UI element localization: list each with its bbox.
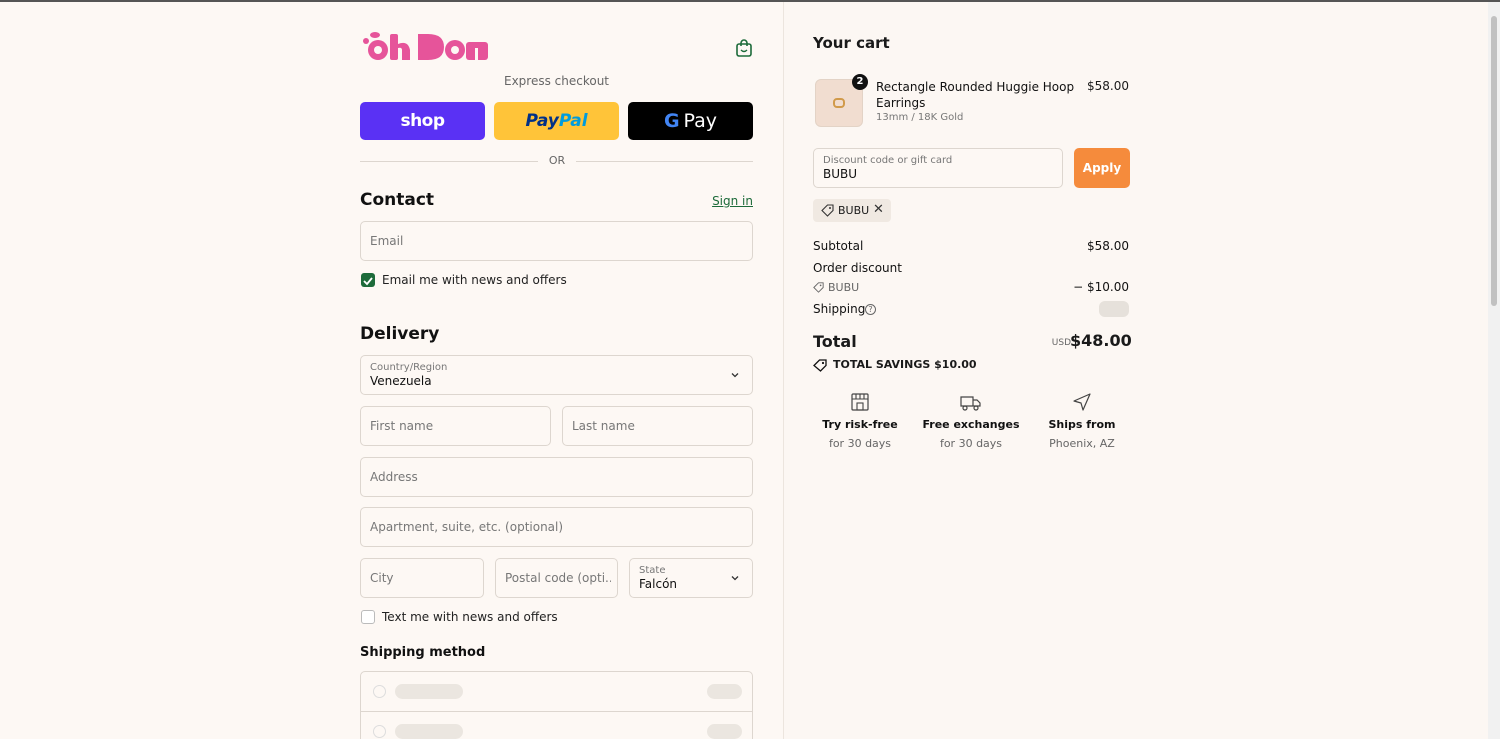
city-placeholder: City: [370, 571, 394, 585]
total-label: Total: [813, 332, 857, 351]
discount-amount: − $10.00: [1073, 280, 1129, 294]
brand-logo[interactable]: [360, 30, 490, 64]
apply-discount-button[interactable]: Apply: [1074, 148, 1130, 188]
chevron-down-icon: [731, 373, 739, 378]
page-scrollbar[interactable]: [1488, 2, 1500, 739]
navigation-arrow-icon: [1073, 393, 1091, 411]
store-icon: [851, 393, 869, 411]
product-variant: 13mm / 18K Gold: [876, 112, 964, 123]
contact-heading: Contact: [360, 190, 435, 210]
tag-icon: [821, 204, 834, 217]
country-label: Country/Region: [370, 362, 448, 373]
google-g-icon: G: [663, 110, 680, 132]
currency-code: USD: [1051, 338, 1071, 348]
shipping-option-loading[interactable]: [361, 711, 752, 739]
paypal-label-pay: Pay: [525, 111, 559, 131]
feature-title: Ships from: [1048, 418, 1116, 431]
discount-code-field[interactable]: Discount code or gift card BUBU: [813, 148, 1063, 188]
shopping-bag-icon[interactable]: [735, 38, 753, 58]
chevron-down-icon: [731, 576, 739, 581]
apartment-placeholder: Apartment, suite, etc. (optional): [370, 520, 564, 534]
feature-title: Try risk-free: [822, 418, 898, 431]
text-news-checkbox[interactable]: [361, 610, 375, 624]
last-name-field[interactable]: Last name: [562, 406, 753, 446]
first-name-field[interactable]: First name: [360, 406, 551, 446]
discount-value: BUBU: [823, 167, 858, 181]
skeleton-placeholder: [707, 684, 742, 699]
shipping-cost-skeleton: [1099, 301, 1129, 317]
product-name: Rectangle Rounded Huggie Hoop Earrings: [876, 80, 1075, 110]
total-savings: TOTAL SAVINGS $10.00: [833, 358, 977, 371]
feature-title: Free exchanges: [922, 418, 1020, 431]
delivery-heading: Delivery: [360, 324, 440, 344]
city-field[interactable]: City: [360, 558, 484, 598]
cart-title: Your cart: [813, 34, 890, 52]
shipping-radio[interactable]: [373, 725, 386, 738]
check-icon: [363, 277, 373, 286]
skeleton-placeholder: [707, 724, 742, 739]
subtotal-value: $58.00: [1087, 239, 1129, 253]
feature-free-exchanges: Free exchanges for 30 days: [916, 392, 1026, 450]
state-value: Falcón: [639, 577, 678, 591]
feature-subtitle: for 30 days: [828, 437, 892, 450]
scrollbar-thumb[interactable]: [1491, 16, 1497, 306]
first-name-placeholder: First name: [370, 419, 434, 433]
quantity-badge: 2: [852, 74, 868, 90]
order-discount-label: Order discount: [813, 261, 902, 275]
shipping-label: Shipping: [813, 302, 866, 316]
skeleton-placeholder: [395, 724, 463, 739]
country-select[interactable]: Country/Region Venezuela: [360, 355, 753, 395]
email-placeholder: Email: [370, 234, 404, 248]
sign-in-link[interactable]: Sign in: [700, 194, 753, 208]
tag-icon: [813, 282, 824, 293]
paypal-label-pal: Pal: [558, 111, 588, 131]
shipping-method-list: [360, 671, 753, 739]
last-name-placeholder: Last name: [572, 419, 635, 433]
subtotal-label: Subtotal: [813, 239, 864, 253]
shipping-method-heading: Shipping method: [360, 645, 486, 660]
shipping-option-loading[interactable]: [361, 672, 752, 711]
state-select[interactable]: State Falcón: [629, 558, 753, 598]
google-pay-button[interactable]: G Pay: [628, 102, 753, 140]
feature-subtitle: Phoenix, AZ: [1049, 437, 1115, 450]
country-value: Venezuela: [370, 374, 432, 388]
feature-ships-from: Ships from Phoenix, AZ: [1027, 392, 1137, 450]
applied-code: BUBU: [838, 204, 870, 217]
savings-tag-icon: [813, 359, 827, 372]
feature-subtitle: for 30 days: [939, 437, 1003, 450]
discount-label: Discount code or gift card: [823, 155, 953, 166]
applied-discount-chip: BUBU ✕: [813, 199, 891, 222]
shop-pay-button[interactable]: shop: [360, 102, 485, 140]
apartment-field[interactable]: Apartment, suite, etc. (optional): [360, 507, 753, 547]
divider-left: [360, 161, 538, 162]
postal-code-field[interactable]: Postal code (opti...: [495, 558, 618, 598]
address-field[interactable]: Address: [360, 457, 753, 497]
express-checkout-title: Express checkout: [503, 74, 610, 88]
email-news-checkbox[interactable]: [361, 273, 375, 287]
shop-pay-label: shop: [400, 111, 445, 131]
email-field[interactable]: Email: [360, 221, 753, 261]
or-separator: OR: [548, 154, 566, 167]
delivery-truck-icon: [960, 396, 981, 411]
product-price: $58.00: [1087, 79, 1129, 93]
skeleton-placeholder: [395, 684, 463, 699]
address-placeholder: Address: [370, 470, 418, 484]
feature-risk-free: Try risk-free for 30 days: [805, 392, 915, 450]
paypal-button[interactable]: Pay Pal: [494, 102, 619, 140]
info-icon[interactable]: ?: [865, 304, 876, 315]
divider-right: [576, 161, 753, 162]
total-value: $48.00: [1070, 331, 1132, 350]
discount-code-label: BUBU: [828, 281, 860, 294]
text-news-label: Text me with news and offers: [382, 610, 558, 624]
email-news-label: Email me with news and offers: [382, 273, 567, 287]
google-pay-label: Pay: [683, 110, 718, 132]
shipping-radio[interactable]: [373, 685, 386, 698]
state-label: State: [639, 565, 666, 576]
postal-code-placeholder: Postal code (opti...: [505, 571, 611, 585]
earring-image: [833, 98, 845, 108]
remove-discount-icon[interactable]: ✕: [873, 202, 884, 217]
